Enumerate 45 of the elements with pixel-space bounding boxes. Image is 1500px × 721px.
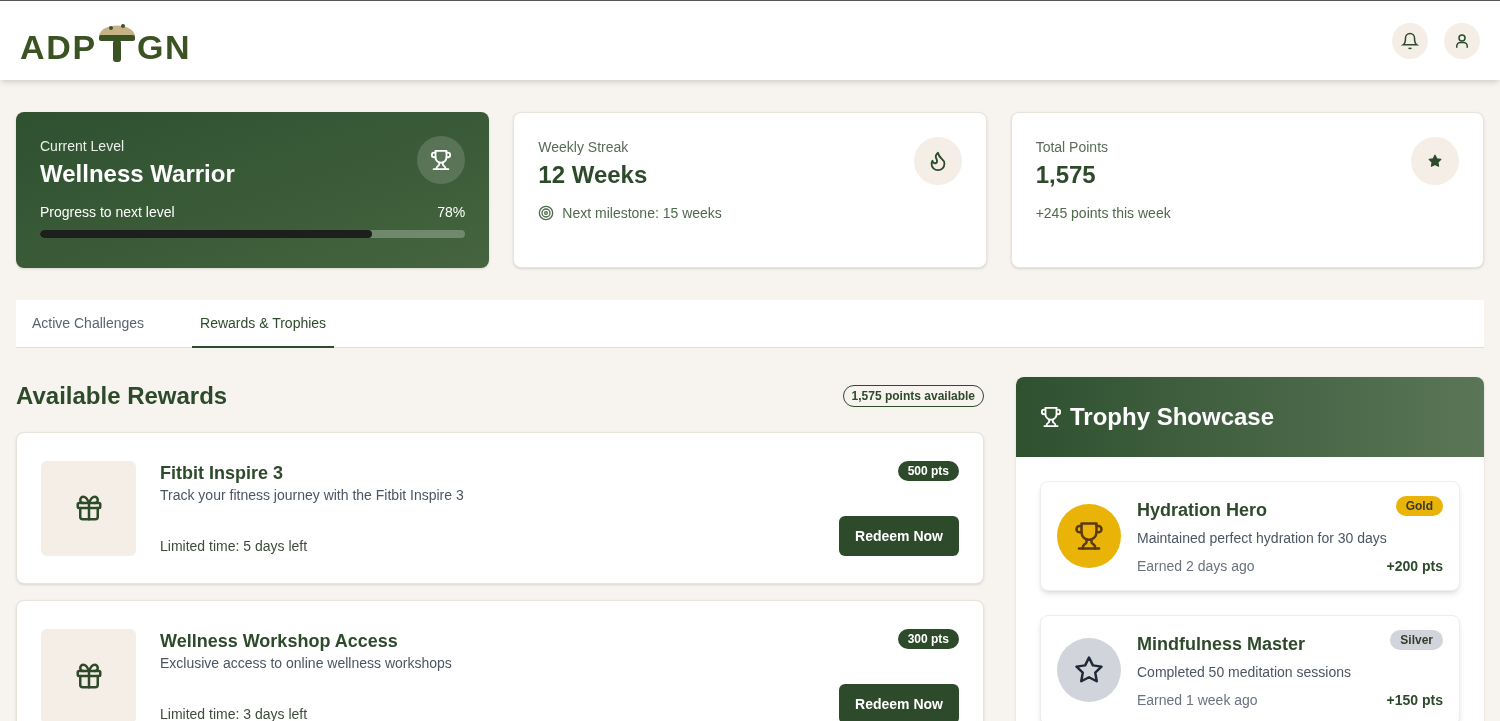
trophy-icon	[1040, 406, 1062, 428]
earned-date: Earned 2 days ago	[1137, 557, 1255, 576]
stat-note: Next milestone: 15 weeks	[562, 204, 722, 223]
trophy-icon	[1074, 521, 1104, 551]
tab[interactable]: Rewards & Trophies	[192, 300, 335, 348]
target-icon	[538, 205, 555, 221]
star-icon	[1074, 655, 1104, 685]
notifications-button[interactable]	[1392, 22, 1428, 59]
reward-deadline: Limited time: 5 days left	[160, 536, 309, 556]
stat-value: 1,575	[1035, 160, 1097, 190]
bell-icon	[1401, 31, 1419, 50]
section-title: Available Rewards	[16, 381, 228, 411]
progress-percent: 78%	[437, 203, 466, 222]
trophy-title: Hydration Hero	[1137, 499, 1268, 522]
points-badge: 300 pts	[897, 628, 959, 649]
stat-label: Current Level	[40, 137, 126, 156]
reward-title: Wellness Workshop Access	[160, 629, 399, 653]
reward-description: Track your fitness journey with the Fitbit Inspire 3	[160, 485, 465, 505]
progress-label: Progress to next level	[40, 203, 175, 222]
reward-deadline: Limited time: 3 days left	[160, 704, 309, 721]
redeem-button[interactable]: Redeem Now	[839, 683, 959, 721]
trophy-title: Mindfulness Master	[1137, 633, 1306, 656]
reward-title: Fitbit Inspire 3	[160, 461, 284, 485]
reward-description: Exclusive access to online wellness workshops	[160, 653, 453, 673]
stat-note: +245 points this week	[1035, 204, 1171, 223]
stat-value: Wellness Warrior	[40, 159, 235, 189]
tier-badge: Silver	[1390, 630, 1443, 650]
stat-value: 12 Weeks	[538, 160, 648, 190]
tab[interactable]: Active Challenges	[24, 300, 153, 347]
earned-date: Earned 1 week ago	[1137, 691, 1258, 710]
logo[interactable]: ADP GN	[20, 17, 192, 64]
tier-badge: Gold	[1395, 496, 1443, 516]
stat-label: Weekly Streak	[538, 138, 630, 157]
stat-label: Total Points	[1035, 138, 1109, 157]
trophy-points: +150 pts	[1386, 691, 1443, 710]
user-icon	[1453, 31, 1471, 50]
trophy-description: Completed 50 meditation sessions	[1137, 663, 1352, 682]
star-icon	[1428, 154, 1442, 168]
redeem-button[interactable]: Redeem Now	[839, 515, 959, 556]
showcase-title: Trophy Showcase	[1070, 402, 1275, 432]
trophy-points: +200 pts	[1386, 557, 1443, 576]
trophy-icon	[430, 149, 453, 171]
points-badge: 500 pts	[897, 460, 959, 481]
profile-button[interactable]	[1444, 22, 1480, 59]
trophy-description: Maintained perfect hydration for 30 days	[1137, 529, 1388, 548]
